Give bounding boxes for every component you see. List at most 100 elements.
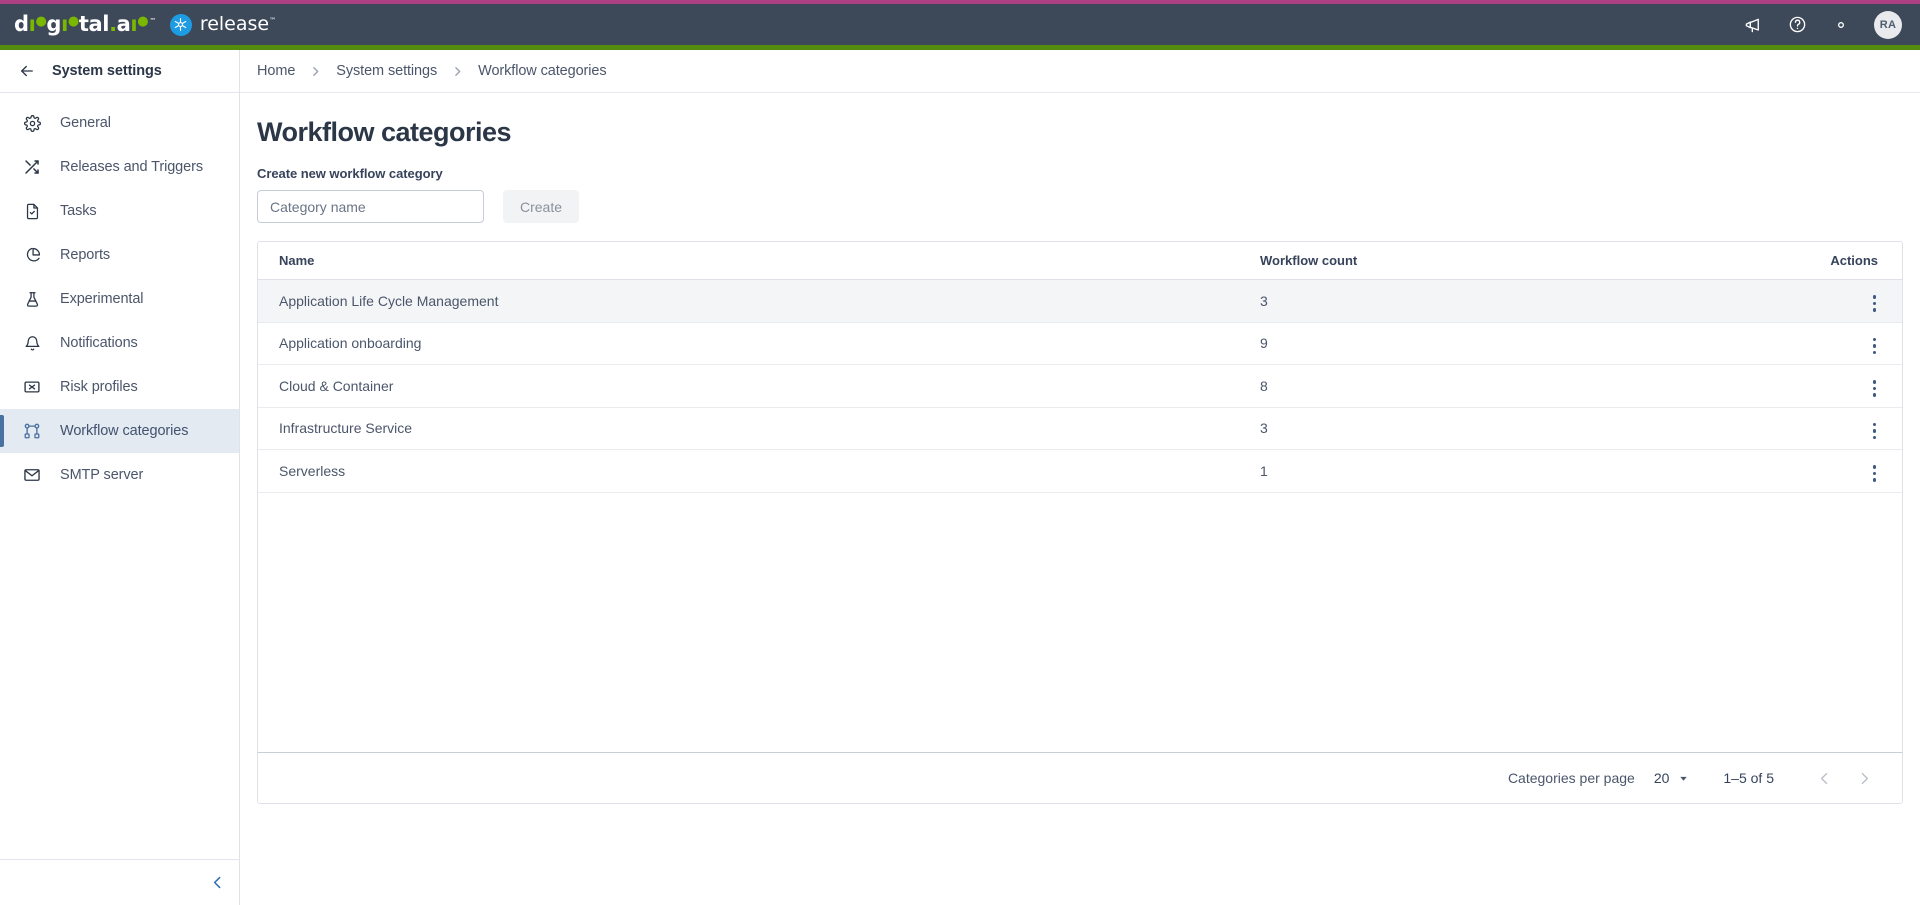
create-category-section: Create new workflow category Create [257,166,1903,223]
next-page-button[interactable] [1852,766,1876,790]
workflow-nodes-icon [22,422,42,440]
risk-shield-icon [22,378,42,396]
chevron-left-icon [209,874,226,891]
sidebar-item-notifications[interactable]: Notifications [0,321,239,365]
cell-actions [1752,456,1902,486]
sidebar-item-label: Reports [60,247,111,263]
top-navigation-bar: dı●gı●tal.aı●™ release™ RA [0,4,1920,45]
create-category-row: Create [257,190,1903,223]
app-root: dı●gı●tal.aı●™ release™ RA System settin… [0,0,1920,905]
caret-down-icon [1678,773,1689,784]
announcements-icon[interactable] [1742,14,1764,36]
workflow-categories-table: Name Workflow count Actions Application … [257,241,1903,804]
pie-chart-icon [22,247,42,264]
kebab-menu-icon[interactable] [1871,291,1879,316]
topbar-actions: RA [1742,10,1920,39]
sidebar-item-workflow-categories[interactable]: Workflow categories [0,409,239,453]
table-pagination-footer: Categories per page 20 1–5 of 5 [258,752,1902,803]
sidebar-item-label: Risk profiles [60,379,138,395]
help-icon[interactable] [1786,14,1808,36]
cell-actions [1752,413,1902,443]
sidebar-item-tasks[interactable]: Tasks [0,189,239,233]
sidebar-item-releases-and-triggers[interactable]: Releases and Triggers [0,145,239,189]
kebab-menu-icon[interactable] [1871,419,1879,444]
cell-actions [1752,286,1902,316]
breadcrumb-item-workflow-categories[interactable]: Workflow categories [478,63,606,79]
cell-workflow-count: 3 [1260,420,1268,437]
gear-icon [22,114,42,132]
cell-category-name: Serverless [279,462,346,479]
sidebar-item-general[interactable]: General [0,101,239,145]
column-header-workflow-count[interactable]: Workflow count [1260,253,1752,268]
column-header-actions: Actions [1830,253,1878,268]
kebab-menu-icon[interactable] [1871,376,1879,401]
chevron-right-icon [309,65,322,78]
sidebar-item-smtp-server[interactable]: SMTP server [0,453,239,497]
flask-icon [22,291,42,308]
cell-workflow-count: 8 [1260,377,1268,394]
sidebar-item-risk-profiles[interactable]: Risk profiles [0,365,239,409]
kebab-menu-icon[interactable] [1871,334,1879,359]
release-logo[interactable]: release™ [169,13,277,36]
per-page-select[interactable]: 20 [1654,770,1690,786]
cell-category-name: Application Life Cycle Management [279,292,499,309]
sidebar-title: System settings [52,63,162,79]
avatar[interactable]: RA [1874,10,1902,39]
sidebar-item-label: General [60,115,111,131]
bell-icon [22,335,42,352]
per-page-label: Categories per page [1507,770,1635,786]
table-row[interactable]: Cloud & Container 8 [258,365,1902,408]
release-cycle-icon [169,13,192,36]
pagination-range: 1–5 of 5 [1723,770,1774,786]
sidebar-item-experimental[interactable]: Experimental [0,277,239,321]
cell-workflow-count: 1 [1260,462,1268,479]
breadcrumb-item-system-settings[interactable]: System settings [336,63,437,79]
cell-workflow-count: 3 [1260,292,1268,309]
create-section-label: Create new workflow category [257,166,443,181]
cell-category-name: Cloud & Container [279,377,394,394]
digitalai-logo[interactable]: dı●gı●tal.aı●™ [14,14,156,35]
table-empty-space [258,493,1902,753]
cell-category-name: Application onboarding [279,335,422,352]
page-body: Workflow categories Create new workflow … [240,93,1920,804]
gear-icon[interactable] [1830,14,1852,36]
main-content: Home System settings Workflow categories… [240,50,1920,905]
sidebar-item-label: Experimental [60,291,144,307]
cell-actions [1752,328,1902,358]
chevron-right-icon [451,65,464,78]
create-button[interactable]: Create [503,190,579,223]
digitalai-logo-trademark: ™ [149,17,156,25]
sidebar-collapse-button[interactable] [0,859,240,905]
cell-workflow-count: 9 [1260,335,1268,352]
page-title: Workflow categories [257,117,512,147]
envelope-icon [22,466,42,484]
per-page-value: 20 [1653,770,1670,786]
column-header-name[interactable]: Name [258,253,1260,268]
breadcrumb-item-home[interactable]: Home [257,63,295,79]
breadcrumb: Home System settings Workflow categories [240,50,1920,93]
sidebar-item-label: Workflow categories [60,423,189,439]
document-check-icon [22,203,42,220]
sidebar-item-label: Notifications [60,335,138,351]
table-row[interactable]: Application onboarding 9 [258,323,1902,365]
table-row[interactable]: Infrastructure Service 3 [258,408,1902,450]
sidebar-item-reports[interactable]: Reports [0,233,239,277]
table-row[interactable]: Application Life Cycle Management 3 [258,280,1902,323]
pagination-buttons [1812,766,1876,790]
kebab-menu-icon[interactable] [1871,461,1879,486]
category-name-input[interactable] [257,190,484,223]
sidebar: System settings General Releases and Tri… [0,50,240,905]
brand-cluster[interactable]: dı●gı●tal.aı●™ release™ [0,13,277,36]
digitalai-logo-text-1: dı●gı●tal.aı● [14,12,149,36]
release-logo-text: release™ [199,13,277,35]
sidebar-item-label: SMTP server [60,467,144,483]
table-header-row: Name Workflow count Actions [258,242,1902,280]
shuffle-icon [22,158,42,176]
arrow-left-icon [18,62,36,80]
sidebar-nav: General Releases and Triggers Tasks Repo… [0,93,239,497]
sidebar-item-label: Tasks [60,203,97,219]
sidebar-back-header[interactable]: System settings [0,50,239,93]
table-row[interactable]: Serverless 1 [258,450,1902,493]
sidebar-item-label: Releases and Triggers [60,159,203,175]
previous-page-button[interactable] [1812,766,1836,790]
